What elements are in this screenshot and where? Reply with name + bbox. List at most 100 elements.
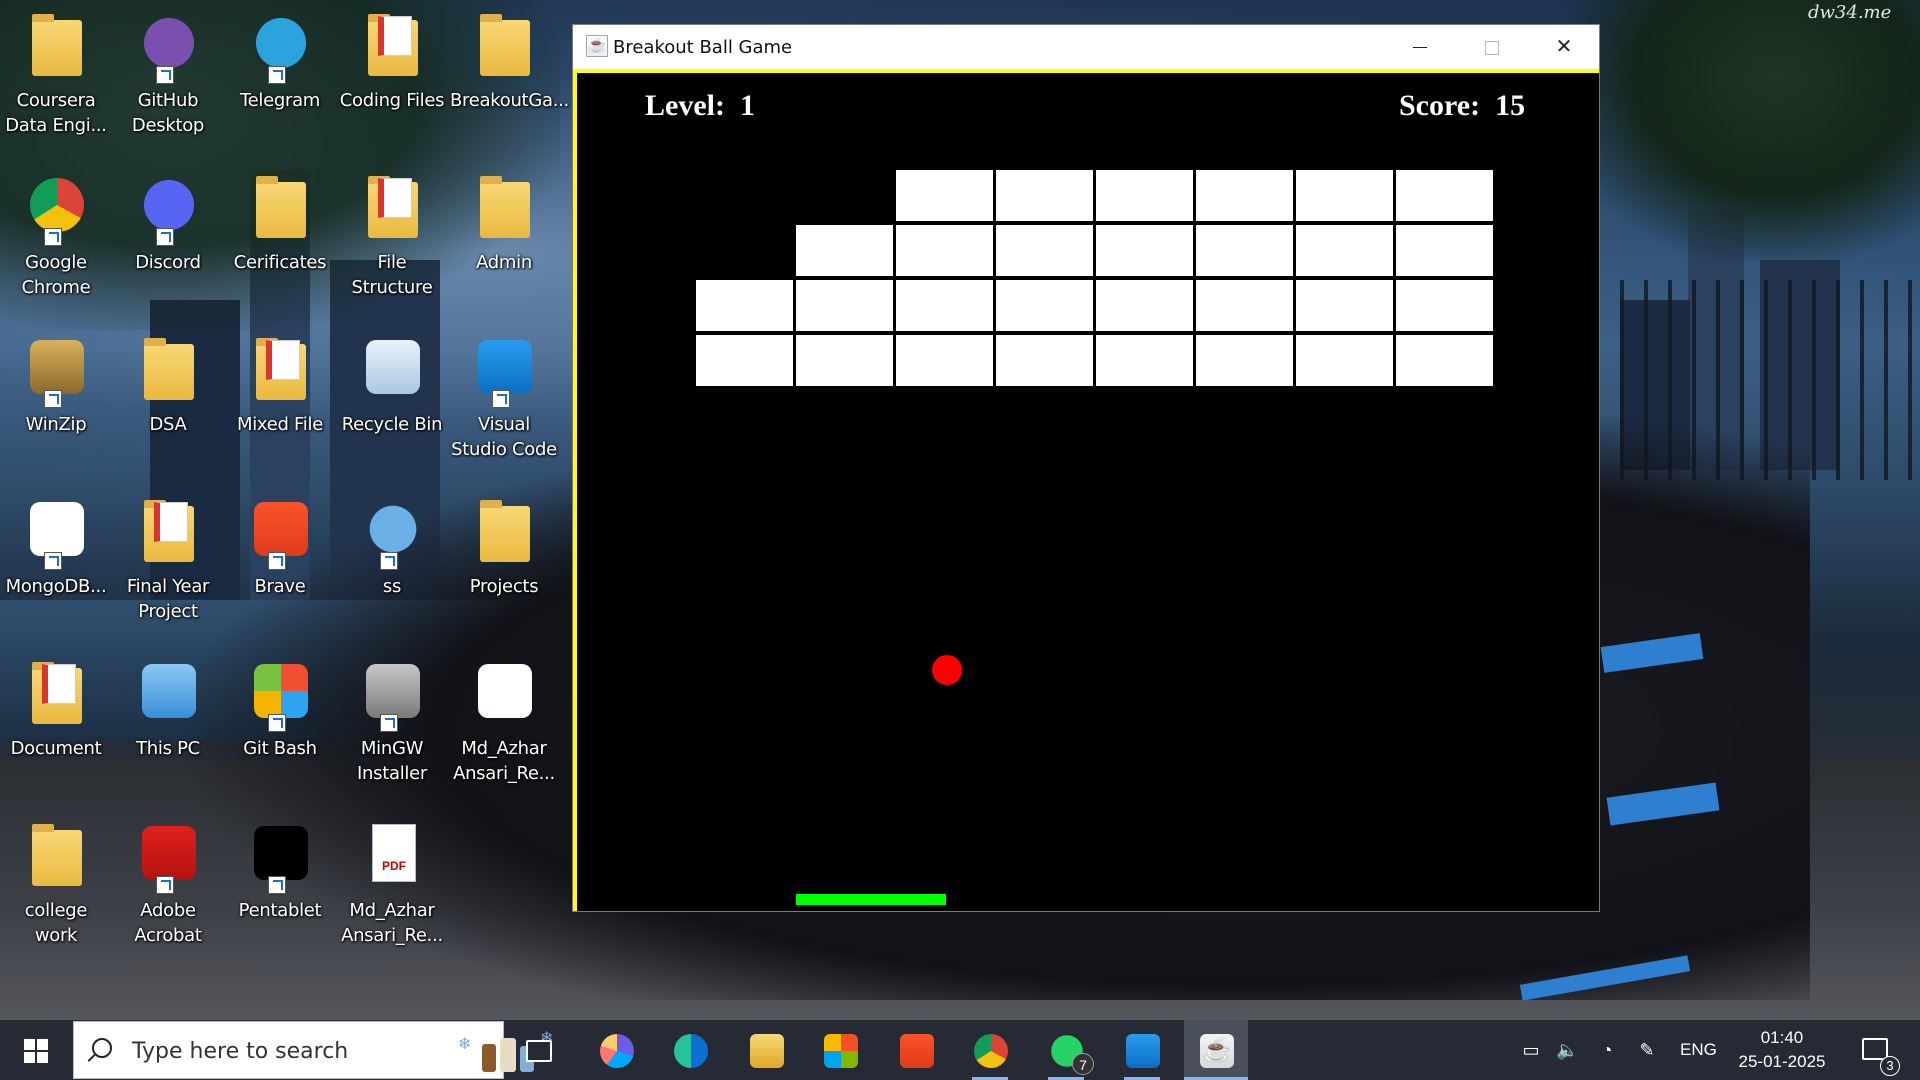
desktop-icon-md-azhar-ansari-re[interactable]: Md_Azhar Ansari_Re... xyxy=(338,814,446,964)
desktop-icon-document[interactable]: Document xyxy=(2,652,110,802)
taskbar-app-java[interactable]: ☕ xyxy=(1184,1020,1248,1080)
installer-icon xyxy=(360,660,424,732)
desktop-icon-md-azhar-ansari-re[interactable]: Md_Azhar Ansari_Re... xyxy=(450,652,558,802)
notification-center-button[interactable]: 3 xyxy=(1856,1034,1900,1076)
desktop-icon-mingw-installer[interactable]: MinGW Installer xyxy=(338,652,446,802)
taskbar-app-chrome[interactable] xyxy=(958,1020,1022,1080)
desktop-icon-coding-files[interactable]: Coding Files xyxy=(338,4,446,154)
desktop-icon-visual-studio-code[interactable]: Visual Studio Code xyxy=(450,328,558,478)
brick xyxy=(996,280,1093,331)
wallpaper-car-stripe xyxy=(1606,782,1720,826)
desktop-icon-github-desktop[interactable]: GitHub Desktop xyxy=(114,4,222,154)
shortcut-arrow-icon xyxy=(44,390,62,408)
shortcut-arrow-icon xyxy=(156,228,174,246)
maximize-button[interactable] xyxy=(1457,25,1527,69)
notification-count: 3 xyxy=(1880,1056,1900,1076)
desktop-icon-label: Pentablet xyxy=(238,900,322,921)
desktop-icon-breakoutga[interactable]: BreakoutGa... xyxy=(450,4,569,154)
taskbar-app-file-explorer[interactable] xyxy=(734,1020,798,1080)
taskbar-app-copilot[interactable] xyxy=(584,1020,648,1080)
desktop-icon-college-work[interactable]: college work xyxy=(2,814,110,964)
minimize-button[interactable] xyxy=(1385,25,1455,69)
desktop-icon-label: Visual Studio Code xyxy=(451,414,557,460)
desktop-icon-label: Mixed File xyxy=(237,414,323,435)
java-cup-icon: ☕ xyxy=(586,35,608,57)
desktop-icon-git-bash[interactable]: Git Bash xyxy=(226,652,334,802)
brick xyxy=(1096,225,1193,276)
windows-logo-icon xyxy=(24,1039,48,1063)
desktop-icon-coursera-data-engi[interactable]: Coursera Data Engi... xyxy=(2,4,110,154)
clock-time: 01:40 xyxy=(1760,1028,1804,1047)
taskbar-app-vscode[interactable] xyxy=(1110,1020,1174,1080)
taskbar-app-edge[interactable] xyxy=(658,1020,722,1080)
desktop-icon-brave[interactable]: Brave xyxy=(226,490,334,640)
folder-icon xyxy=(248,174,312,242)
battery-icon[interactable]: ▭ xyxy=(1520,1040,1542,1060)
brick xyxy=(1396,280,1493,331)
folder-icon xyxy=(24,822,88,890)
desktop-icon-discord[interactable]: Discord xyxy=(114,166,222,316)
brick xyxy=(896,280,993,331)
taskbar-app-whatsapp[interactable]: 7 xyxy=(1034,1020,1098,1080)
brave-icon xyxy=(900,1034,934,1068)
desktop-icon-telegram[interactable]: Telegram xyxy=(226,4,334,154)
brick xyxy=(1296,280,1393,331)
desktop-icon-label: This PC xyxy=(136,738,200,759)
close-button[interactable]: ✕ xyxy=(1529,25,1599,69)
desktop-icon-google-chrome[interactable]: Google Chrome xyxy=(2,166,110,316)
shortcut-arrow-icon xyxy=(268,876,286,894)
level-label: Level: xyxy=(645,89,725,122)
taskbar-app-brave[interactable] xyxy=(884,1020,948,1080)
desktop-icon-admin[interactable]: Admin xyxy=(450,166,558,316)
desktop-icon-dsa[interactable]: DSA xyxy=(114,328,222,478)
desktop-icon-label: Cerificates xyxy=(233,252,327,273)
game-canvas[interactable]: Level: 1 Score: 15 xyxy=(577,73,1599,911)
pen-icon[interactable]: ✎ xyxy=(1636,1040,1658,1060)
desktop-icon-label: Projects xyxy=(469,576,539,597)
desktop-icon-pentablet[interactable]: Pentablet xyxy=(226,814,334,964)
pdf-folder-icon xyxy=(248,336,312,404)
desktop-icon-label: Final Year Project xyxy=(126,576,210,622)
paddle[interactable] xyxy=(796,894,946,905)
telegram-icon xyxy=(248,12,312,84)
java-icon: ☕ xyxy=(1200,1034,1234,1068)
clock[interactable]: 01:40 25-01-2025 xyxy=(1730,1026,1834,1074)
shortcut-arrow-icon xyxy=(44,228,62,246)
desktop-icon-cerificates[interactable]: Cerificates xyxy=(226,166,334,316)
wallpaper-building xyxy=(1620,300,1690,470)
desktop-icon-winzip[interactable]: WinZip xyxy=(2,328,110,478)
desktop-icon-final-year-project[interactable]: Final Year Project xyxy=(114,490,222,640)
search-box[interactable]: Type here to search ❄ ❄ xyxy=(73,1021,553,1079)
brick xyxy=(996,335,1093,386)
wifi-icon[interactable]: ◔ xyxy=(1596,1040,1618,1060)
brick xyxy=(1096,170,1193,221)
desktop-icon-mongodb[interactable]: MongoDB... xyxy=(2,490,110,640)
taskbar-app-task-view[interactable] xyxy=(506,1020,570,1080)
desktop-icon-projects[interactable]: Projects xyxy=(450,490,558,640)
game-window[interactable]: ☕ Breakout Ball Game ✕ Level: 1 Score: 1… xyxy=(572,24,1600,912)
computer-icon xyxy=(136,660,200,728)
score-display: Score: 15 xyxy=(1399,89,1525,123)
chrome-icon xyxy=(974,1034,1008,1068)
brick xyxy=(1296,335,1393,386)
desktop-icon-mixed-file[interactable]: Mixed File xyxy=(226,328,334,478)
window-titlebar[interactable]: ☕ Breakout Ball Game ✕ xyxy=(573,25,1599,69)
desktop-icon-ss[interactable]: ss xyxy=(338,490,446,640)
desktop-icon-label: Coursera Data Engi... xyxy=(5,90,107,136)
desktop-icon-adobe-acrobat[interactable]: Adobe Acrobat xyxy=(114,814,222,964)
desktop-icon-label: ss xyxy=(382,576,402,597)
desktop-icon-file-structure[interactable]: File Structure xyxy=(338,166,446,316)
desktop-icon-label: Brave xyxy=(254,576,306,597)
shortcut-arrow-icon xyxy=(156,66,174,84)
language-indicator[interactable]: ENG xyxy=(1680,1040,1717,1060)
taskbar-app-microsoft-store[interactable] xyxy=(808,1020,872,1080)
window-title: Breakout Ball Game xyxy=(613,37,793,58)
level-value: 1 xyxy=(739,89,755,122)
desktop-icon-recycle-bin[interactable]: Recycle Bin xyxy=(338,328,446,478)
shortcut-arrow-icon xyxy=(268,552,286,570)
desktop-icon-label: Google Chrome xyxy=(21,252,91,298)
start-button[interactable] xyxy=(0,1020,72,1080)
word-file-icon xyxy=(472,660,536,728)
desktop-icon-this-pc[interactable]: This PC xyxy=(114,652,222,802)
volume-icon[interactable]: 🔈 xyxy=(1556,1040,1578,1060)
